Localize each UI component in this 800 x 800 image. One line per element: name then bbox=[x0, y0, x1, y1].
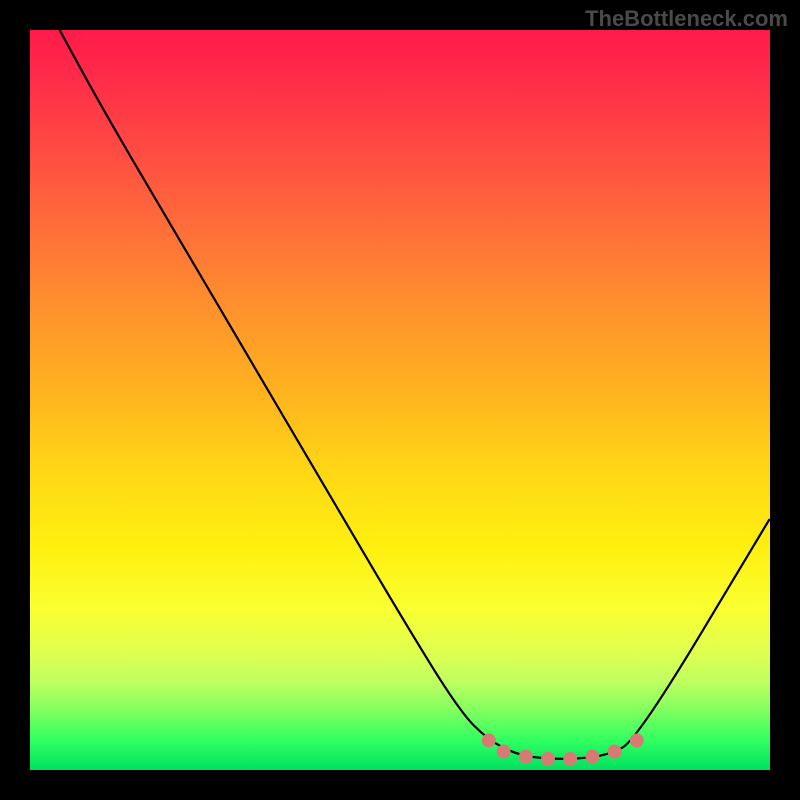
highlight-dot bbox=[563, 752, 577, 766]
plot-area bbox=[30, 30, 770, 770]
bottleneck-curve-path bbox=[60, 30, 770, 759]
highlight-dot bbox=[630, 733, 644, 747]
highlight-dot bbox=[608, 745, 622, 759]
highlight-dot bbox=[541, 752, 555, 766]
highlight-markers bbox=[482, 733, 644, 766]
watermark-text: TheBottleneck.com bbox=[585, 6, 788, 32]
highlight-dot bbox=[519, 750, 533, 764]
highlight-dot bbox=[585, 750, 599, 764]
curve-svg bbox=[30, 30, 770, 770]
highlight-dot bbox=[482, 733, 496, 747]
highlight-dot bbox=[497, 745, 511, 759]
